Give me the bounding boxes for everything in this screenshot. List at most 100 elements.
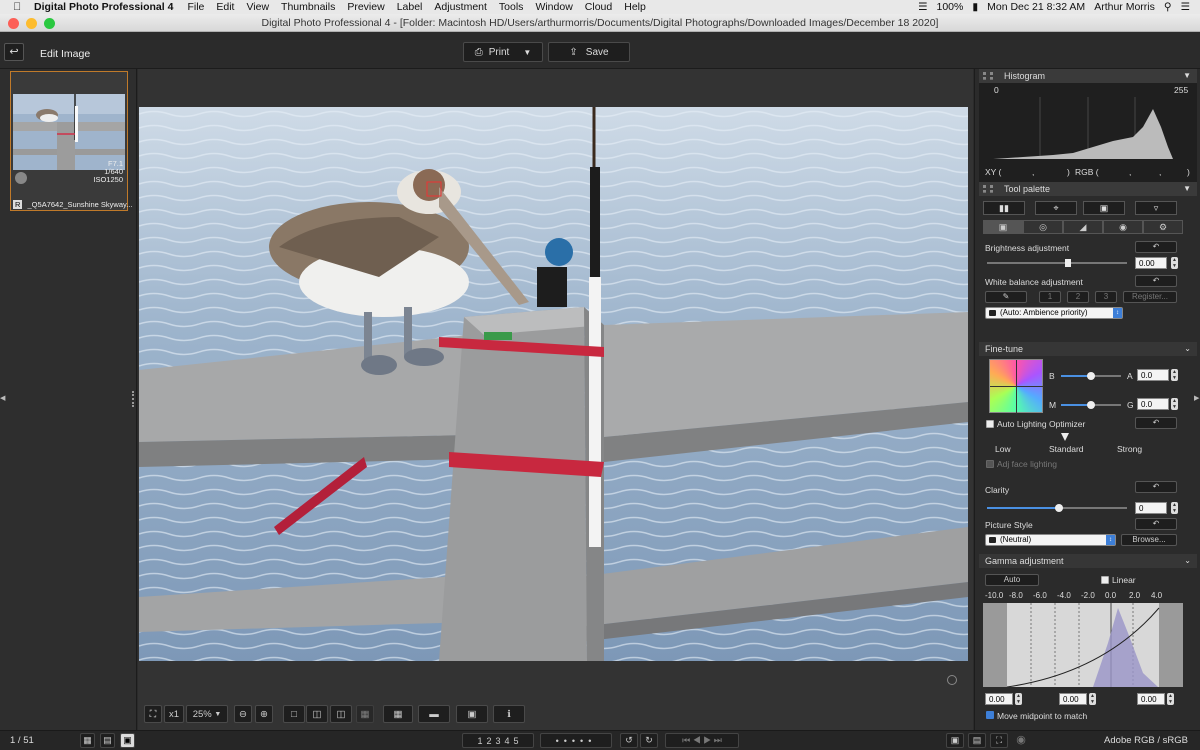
ba-value[interactable]: 0.0 xyxy=(1137,369,1169,381)
gamma-mid-stepper[interactable]: ▲ ▼ xyxy=(1089,693,1096,705)
rating-1[interactable]: 1 xyxy=(477,736,482,746)
chevron-down-icon[interactable]: ▼ xyxy=(523,48,531,57)
alo-checkbox[interactable] xyxy=(986,420,994,428)
gamma-mid-value[interactable]: 0.00 xyxy=(1059,693,1087,705)
gamma-left-stepper[interactable]: ▲ ▼ xyxy=(1015,693,1022,705)
tab-settings[interactable]: ⚙ xyxy=(1143,220,1183,234)
linear-checkbox[interactable] xyxy=(1101,576,1109,584)
crop-view-button[interactable]: □ xyxy=(283,705,305,723)
menu-file[interactable]: File xyxy=(187,1,204,13)
star-rating[interactable]: ••••• xyxy=(540,733,612,748)
wb-reset-button[interactable]: ↶ xyxy=(1135,275,1177,287)
clarity-stepper[interactable]: ▲ ▼ xyxy=(1171,502,1178,514)
gamma-right-value[interactable]: 0.00 xyxy=(1137,693,1165,705)
wb-eyedropper-button[interactable]: ✎ xyxy=(985,291,1027,303)
app-menu[interactable]: Digital Photo Professional 4 xyxy=(34,1,173,13)
rating-5[interactable]: 5 xyxy=(514,736,519,746)
save-button[interactable]: ⇪ Save xyxy=(548,42,630,62)
collapse-right-icon[interactable]: ▶ xyxy=(1194,394,1200,404)
info-button[interactable]: ℹ xyxy=(493,705,525,723)
wifi-icon[interactable]: ☰ xyxy=(918,1,927,13)
search-icon[interactable]: ⚲ xyxy=(1164,1,1172,13)
rotate-left-button[interactable]: ↺ xyxy=(620,733,638,748)
alo-strong[interactable]: Strong xyxy=(1117,444,1142,454)
move-midpoint-checkbox[interactable] xyxy=(986,711,994,719)
mg-knob[interactable] xyxy=(1087,401,1095,409)
wb-slot-3[interactable]: 3 xyxy=(1095,291,1117,303)
compare-view-button[interactable]: ◫ xyxy=(306,705,328,723)
picture-style-select[interactable]: (Neutral) ↕ xyxy=(985,534,1116,546)
wb-mode-select[interactable]: (Auto: Ambience priority) ↕ xyxy=(985,307,1123,319)
back-button[interactable]: ↩ xyxy=(4,43,24,61)
menu-edit[interactable]: Edit xyxy=(216,1,234,13)
rotate-right-button[interactable]: ↻ xyxy=(640,733,658,748)
clarity-slider[interactable] xyxy=(987,504,1127,512)
tool-palette-header[interactable]: Tool palette ▼ xyxy=(979,182,1197,196)
brightness-reset-button[interactable]: ↶ xyxy=(1135,241,1177,253)
tab-basic-adjust[interactable]: ▮▮ xyxy=(983,201,1025,215)
grid-view-button[interactable]: ▦ xyxy=(80,733,95,748)
navigation-buttons[interactable]: ⏮ ◀ ▶ ⏭ xyxy=(665,733,739,748)
zoom-in-button[interactable]: ⊕ xyxy=(255,705,273,723)
zoom-window-button[interactable] xyxy=(44,18,55,29)
mg-stepper[interactable]: ▲ ▼ xyxy=(1171,398,1178,410)
user-menu[interactable]: Arthur Morris xyxy=(1094,1,1155,13)
gamma-header[interactable]: Gamma adjustment ⌄ xyxy=(979,554,1197,568)
info-overlay-icon[interactable] xyxy=(947,675,957,685)
splitter-handle[interactable] xyxy=(132,391,135,407)
battery-icon[interactable]: ▮ xyxy=(972,1,978,13)
double-chevron-icon[interactable]: ⌄ xyxy=(1184,554,1191,568)
mode-button-3[interactable]: ⛶ xyxy=(990,733,1008,748)
tab-crop[interactable]: ⌖ xyxy=(1035,201,1077,215)
menu-adjustment[interactable]: Adjustment xyxy=(434,1,487,13)
clarity-reset-button[interactable]: ↶ xyxy=(1135,481,1177,493)
alo-low[interactable]: Low xyxy=(995,444,1011,454)
apple-icon[interactable]:  xyxy=(10,1,24,13)
mode-button-1[interactable]: ▣ xyxy=(946,733,964,748)
zoom-x1-button[interactable]: x1 xyxy=(164,705,184,723)
single-view-button[interactable]: ▣ xyxy=(120,733,135,748)
mode-button-2[interactable]: ▤ xyxy=(968,733,986,748)
control-center-icon[interactable]: ☰ xyxy=(1181,1,1190,13)
clarity-value[interactable]: 0 xyxy=(1135,502,1167,514)
close-window-button[interactable] xyxy=(8,18,19,29)
chevron-down-icon[interactable]: ▼ xyxy=(1183,69,1191,83)
brightness-value[interactable]: 0.00 xyxy=(1135,257,1167,269)
grid-overlay-button[interactable]: ▦ xyxy=(383,705,413,723)
menu-tools[interactable]: Tools xyxy=(499,1,524,13)
alo-standard[interactable]: Standard xyxy=(1049,444,1084,454)
tab-brightness[interactable]: ▣ xyxy=(983,220,1023,234)
browse-button[interactable]: Browse... xyxy=(1121,534,1177,546)
menu-preview[interactable]: Preview xyxy=(347,1,384,13)
menu-view[interactable]: View xyxy=(246,1,269,13)
zoom-level-select[interactable]: 25% ▼ xyxy=(186,705,228,723)
gamma-auto-button[interactable]: Auto xyxy=(985,574,1039,586)
menu-label[interactable]: Label xyxy=(397,1,423,13)
gamma-curve-chart[interactable] xyxy=(983,603,1183,687)
menu-thumbnails[interactable]: Thumbnails xyxy=(281,1,335,13)
preview-image[interactable] xyxy=(139,107,968,661)
minimize-window-button[interactable] xyxy=(26,18,37,29)
split-view-button[interactable]: ◫ xyxy=(330,705,352,723)
menu-window[interactable]: Window xyxy=(535,1,572,13)
double-chevron-icon[interactable]: ⌄ xyxy=(1184,342,1191,356)
highlight-warning-button[interactable]: ▬ xyxy=(418,705,450,723)
zoom-out-button[interactable]: ⊖ xyxy=(234,705,252,723)
tab-stamp[interactable]: ▿ xyxy=(1135,201,1177,215)
filmstrip-view-button[interactable]: ▤ xyxy=(100,733,115,748)
gamma-right-stepper[interactable]: ▲ ▼ xyxy=(1167,693,1174,705)
camera-icon[interactable]: ◉ xyxy=(1012,733,1030,748)
print-button[interactable]: ⎙ Print ▼ xyxy=(463,42,543,62)
wb-register-button[interactable]: Register... xyxy=(1123,291,1177,303)
battery-percent[interactable]: 100% xyxy=(936,1,963,13)
fine-tune-header[interactable]: Fine-tune ⌄ xyxy=(979,342,1197,356)
tab-detail[interactable]: ◎ xyxy=(1023,220,1063,234)
tab-lens[interactable]: ▣ xyxy=(1083,201,1125,215)
rating-4[interactable]: 4 xyxy=(505,736,510,746)
menu-cloud[interactable]: Cloud xyxy=(585,1,612,13)
wb-slot-1[interactable]: 1 xyxy=(1039,291,1061,303)
menu-help[interactable]: Help xyxy=(624,1,646,13)
sync-button[interactable]: ▦ xyxy=(356,705,374,723)
clock[interactable]: Mon Dec 21 8:32 AM xyxy=(987,1,1085,13)
ba-stepper[interactable]: ▲ ▼ xyxy=(1171,369,1178,381)
